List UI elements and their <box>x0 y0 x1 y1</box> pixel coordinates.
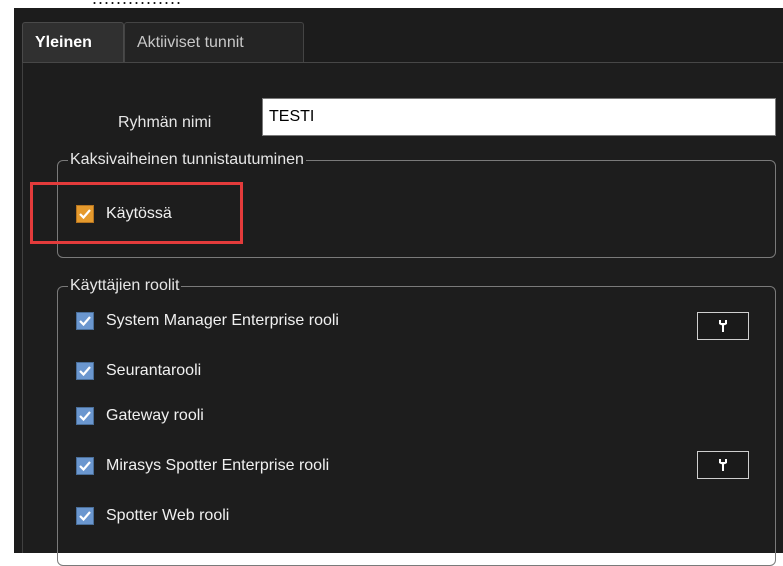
mirasys-spotter-settings-button[interactable] <box>697 451 749 479</box>
two-factor-enabled-row[interactable]: Käytössä <box>76 203 172 225</box>
role-row-mirasys-spotter[interactable]: Mirasys Spotter Enterprise rooli <box>76 455 329 477</box>
two-factor-enabled-checkbox[interactable] <box>76 205 94 223</box>
wrench-icon <box>719 320 727 332</box>
checkmark-icon <box>79 209 91 220</box>
checkmark-icon <box>79 461 91 472</box>
checkmark-icon <box>79 411 91 422</box>
roles-legend: Käyttäjien roolit <box>68 275 182 297</box>
role-label: Mirasys Spotter Enterprise rooli <box>106 457 330 474</box>
checkmark-icon <box>79 366 91 377</box>
role-label: Seurantarooli <box>106 362 202 379</box>
group-name-label: Ryhmän nimi <box>118 114 212 131</box>
role-row-seurantarooli[interactable]: Seurantarooli <box>76 360 201 382</box>
role-row-system-manager[interactable]: System Manager Enterprise rooli <box>76 310 339 332</box>
checkmark-icon <box>79 511 91 522</box>
system-manager-settings-button[interactable] <box>697 312 749 340</box>
role-label: Spotter Web rooli <box>106 507 230 524</box>
role-checkbox[interactable] <box>76 407 94 425</box>
role-label: System Manager Enterprise rooli <box>106 312 339 329</box>
clipped-title-text: ............... <box>92 0 182 8</box>
wrench-icon <box>719 459 727 471</box>
role-checkbox[interactable] <box>76 507 94 525</box>
role-row-gateway[interactable]: Gateway rooli <box>76 405 204 427</box>
top-clipped-strip: ............... <box>0 0 783 8</box>
role-label: Gateway rooli <box>106 407 204 424</box>
role-checkbox[interactable] <box>76 362 94 380</box>
tab-aktiiviset-tunnit[interactable]: Aktiiviset tunnit <box>124 22 304 62</box>
checkmark-icon <box>79 316 91 327</box>
role-checkbox[interactable] <box>76 312 94 330</box>
tab-yleinen[interactable]: Yleinen <box>22 22 124 62</box>
role-row-spotter-web[interactable]: Spotter Web rooli <box>76 505 229 527</box>
role-checkbox[interactable] <box>76 457 94 475</box>
two-factor-enabled-label: Käytössä <box>106 205 172 222</box>
two-factor-legend: Kaksivaiheinen tunnistautuminen <box>68 149 306 171</box>
group-name-input[interactable] <box>262 98 776 136</box>
